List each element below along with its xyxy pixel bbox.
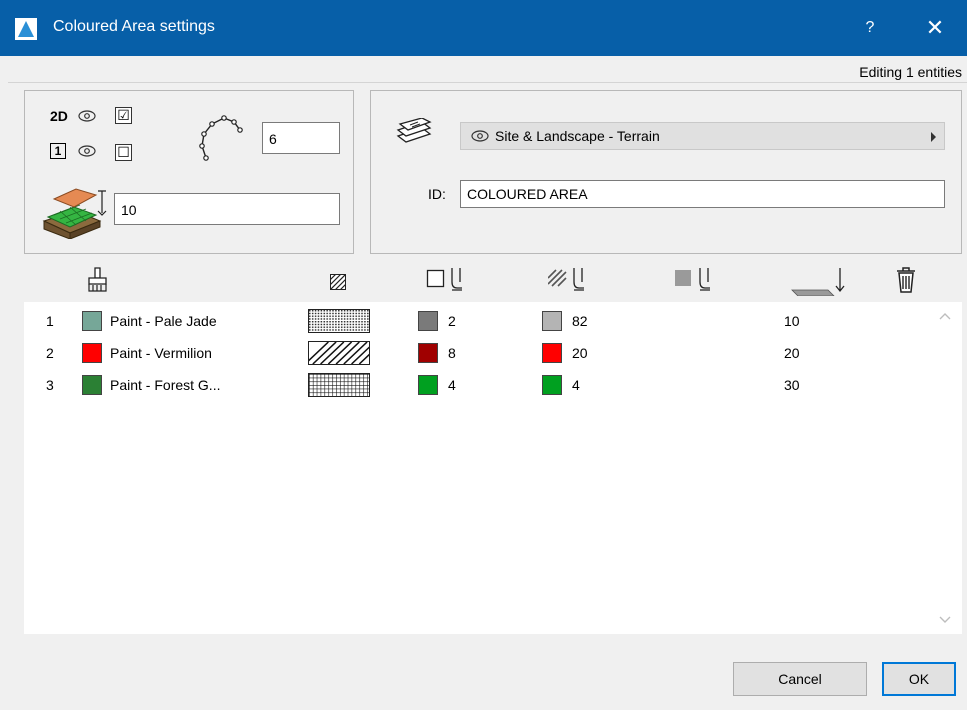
height-input[interactable]: 10 (114, 193, 340, 225)
fill-pen-swatch (542, 375, 562, 395)
layer-eye-icon (471, 130, 489, 142)
elevation-value: 30 (784, 377, 800, 393)
delete-trash-icon[interactable] (896, 266, 916, 294)
paint-brush-icon[interactable] (86, 266, 112, 294)
fill-pen-icon[interactable] (548, 266, 588, 292)
ok-button[interactable]: OK (882, 662, 956, 696)
background-pen-icon[interactable] (674, 266, 714, 292)
contour-pen-swatch (418, 311, 438, 331)
list-row-2[interactable]: 2 Paint - Vermilion 8 20 20 (24, 340, 934, 368)
hatch-dots-swatch[interactable] (308, 309, 370, 333)
paint-name: Paint - Forest G... (110, 377, 221, 393)
dropdown-arrow-icon (931, 132, 936, 142)
elevation-icon[interactable] (790, 266, 848, 296)
fill-pen-value: 82 (572, 313, 588, 329)
id-label: ID: (428, 186, 446, 202)
contour-pen-value: 8 (448, 345, 456, 361)
segments-input[interactable]: 6 (262, 122, 340, 154)
elevation-value: 10 (784, 313, 800, 329)
close-button[interactable]: ✕ (915, 12, 955, 44)
paint-list[interactable]: 1 Paint - Pale Jade 2 82 10 2 Paint - Ve… (24, 302, 962, 634)
list-row-1[interactable]: 1 Paint - Pale Jade 2 82 10 (24, 308, 934, 336)
scroll-down-icon[interactable] (938, 614, 952, 624)
paint-name: Paint - Vermilion (110, 345, 212, 361)
paint-name: Paint - Pale Jade (110, 313, 217, 329)
row-number: 3 (46, 377, 54, 393)
layer-dropdown[interactable]: Site & Landscape - Terrain (460, 122, 945, 150)
app-logo-icon (15, 18, 37, 40)
elevation-value: 20 (784, 345, 800, 361)
paint-color-swatch (82, 375, 102, 395)
list-row-3[interactable]: 3 Paint - Forest G... 4 4 30 (24, 372, 934, 400)
fill-pen-swatch (542, 343, 562, 363)
layers-icon (396, 118, 432, 143)
fill-pen-swatch (542, 311, 562, 331)
divider (8, 82, 967, 83)
fill-pen-value: 4 (572, 377, 580, 393)
mode-2d-label: 2D (50, 108, 68, 124)
eye-2d-icon[interactable] (78, 110, 96, 122)
fill-pen-value: 20 (572, 345, 588, 361)
show-2d-checkbox[interactable]: ☑ (115, 107, 132, 124)
paint-color-swatch (82, 311, 102, 331)
paint-color-swatch (82, 343, 102, 363)
contour-pen-value: 2 (448, 313, 456, 329)
contour-pen-swatch (418, 343, 438, 363)
layer-dropdown-value: Site & Landscape - Terrain (495, 128, 660, 144)
layer-panel (370, 90, 962, 254)
title-bar: Coloured Area settings ? ✕ (0, 0, 967, 56)
contour-pen-swatch (418, 375, 438, 395)
id-input[interactable]: COLOURED AREA (460, 180, 945, 208)
terrain-height-icon (42, 188, 107, 239)
row-number: 2 (46, 345, 54, 361)
hatch-diagonal-swatch[interactable] (308, 341, 370, 365)
polygon-segments-icon (199, 115, 243, 161)
hatch-grid-swatch[interactable] (308, 373, 370, 397)
row-number: 1 (46, 313, 54, 329)
contour-pen-value: 4 (448, 377, 456, 393)
hatch-icon[interactable] (330, 274, 346, 290)
show-3d-checkbox[interactable]: ☐ (115, 144, 132, 161)
scroll-up-icon[interactable] (938, 312, 952, 322)
help-button[interactable]: ? (855, 14, 885, 42)
contour-pen-icon[interactable] (426, 266, 466, 292)
eye-3d-icon[interactable] (78, 145, 96, 157)
window-title: Coloured Area settings (53, 18, 215, 35)
cancel-button[interactable]: Cancel (733, 662, 867, 696)
editing-status: Editing 1 entities (859, 64, 962, 80)
mode-3d-label: 1 (50, 143, 66, 159)
